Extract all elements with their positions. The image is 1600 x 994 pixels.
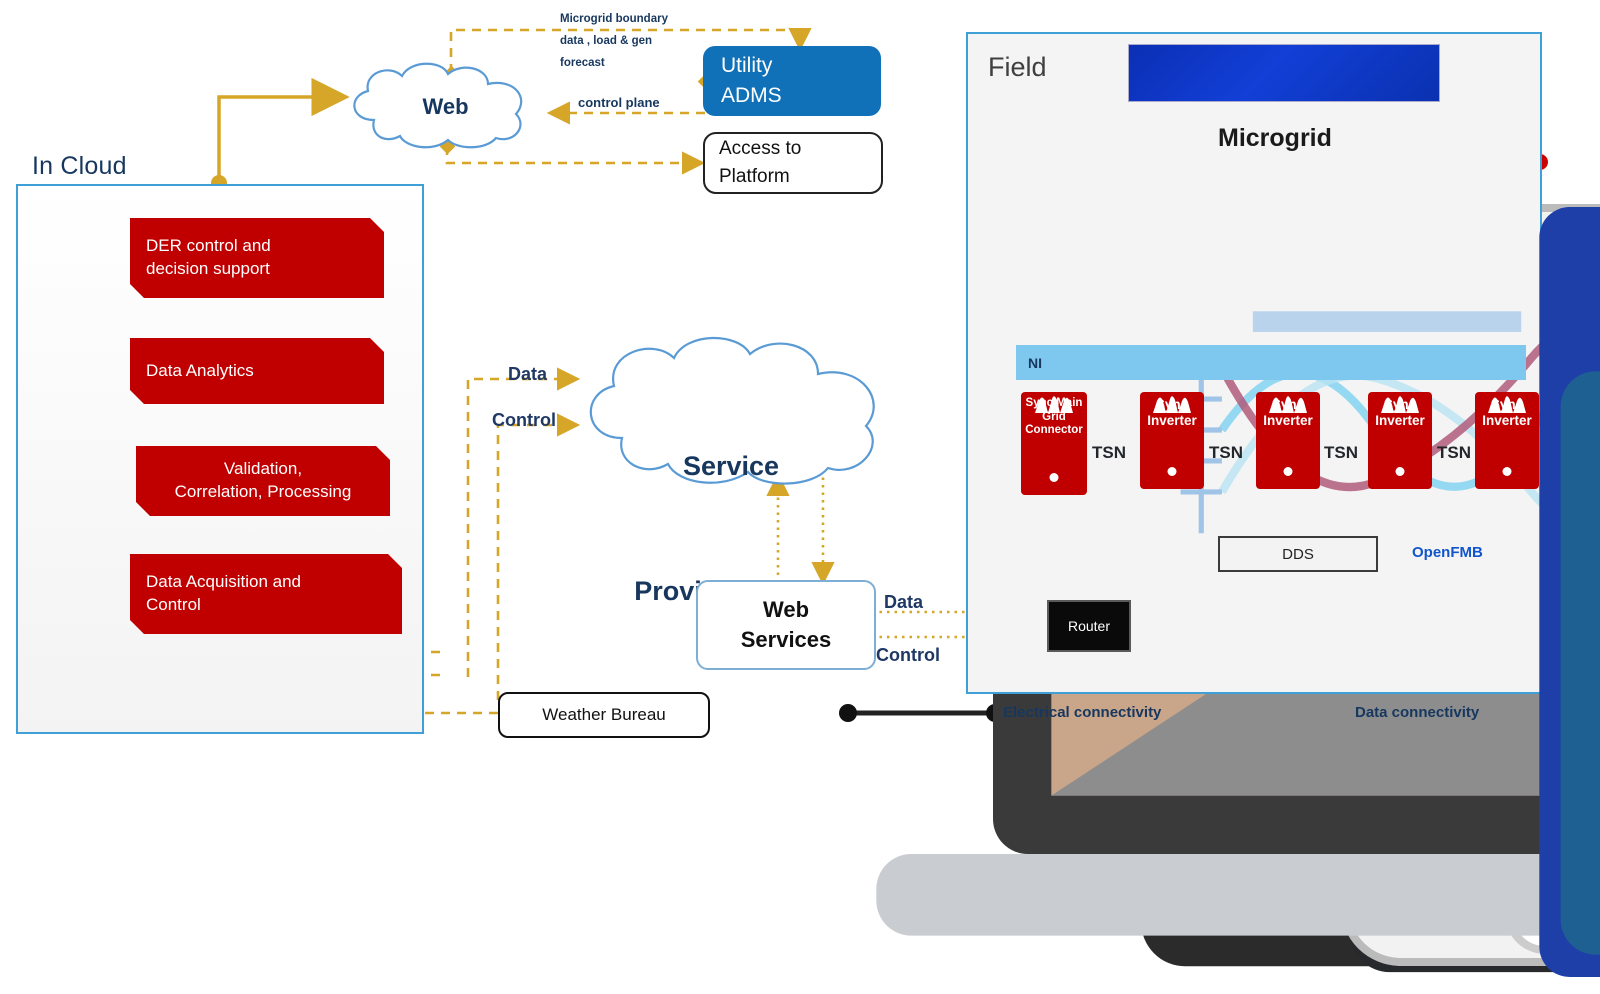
laptop-icon <box>823 224 1600 936</box>
der-control-box[interactable]: DER control and decision support <box>130 218 384 298</box>
control-plane-label: control plane <box>578 95 660 110</box>
status-led <box>1049 473 1059 482</box>
access-platform-line1: Access to <box>719 137 802 159</box>
solar-pv-icon <box>1252 196 1322 284</box>
webservices-data-label: Data <box>884 592 924 612</box>
smartphone-white-icon <box>745 200 1600 966</box>
controller-waveform-glyph <box>1035 396 1073 413</box>
tsn-label-1: TSN <box>1092 443 1126 462</box>
status-led <box>1395 467 1405 476</box>
sync-inverter-box-2[interactable]: Sync Inverter <box>1256 392 1320 489</box>
router-label: Router <box>1067 618 1111 634</box>
sync-main-grid-connector-box[interactable]: Sync Main Grid Connector <box>1021 392 1087 495</box>
access-to-platform-box[interactable]: Access to Platform <box>703 132 883 194</box>
controller-waveform-glyph <box>1381 396 1419 413</box>
service-cloud-data-label: Data <box>508 364 548 384</box>
tsn-label-3: TSN <box>1324 443 1358 462</box>
status-led <box>1283 467 1293 476</box>
tsn-label-2: TSN <box>1209 443 1243 462</box>
web-services-line1: Web <box>762 597 810 623</box>
web-cloud[interactable]: Web <box>338 58 553 150</box>
controller-waveform-glyph <box>1269 396 1307 413</box>
controller-waveform-glyph <box>1488 396 1526 413</box>
data-analytics-label: Data Analytics <box>146 360 254 380</box>
web-cloud-label: Web <box>422 94 469 119</box>
sync-inverter-box-4[interactable]: Sync Inverter <box>1475 392 1539 489</box>
transmission-tower-icon <box>1023 207 1600 977</box>
legend-data-label: Data connectivity <box>1355 704 1480 721</box>
battery-icon <box>1134 208 1600 955</box>
motor-icon <box>1464 204 1546 276</box>
tsn-label-4: TSN <box>1437 443 1471 462</box>
data-acquisition-box[interactable]: Data Acquisition and Control <box>130 554 402 634</box>
data-analytics-box[interactable]: Data Analytics <box>130 338 384 404</box>
utility-adms-line2: ADMS <box>721 84 782 107</box>
legend-electrical-label: Electrical connectivity <box>1003 704 1162 721</box>
validation-box[interactable]: Validation, Correlation, Processing <box>136 446 390 516</box>
utility-adms-line1: Utility <box>721 53 773 77</box>
data-acquisition-label: Data Acquisition and Control <box>146 572 301 614</box>
validation-label: Validation, Correlation, Processing <box>174 459 352 501</box>
der-control-label: DER control and decision support <box>146 236 271 278</box>
sync-inverter-box-1[interactable]: Sync Inverter <box>1140 392 1204 489</box>
incloud-to-web-link <box>211 77 350 191</box>
dds-box[interactable]: DDS <box>1218 536 1378 572</box>
status-led <box>1502 467 1512 476</box>
web-services-box[interactable]: Web Services <box>696 580 876 670</box>
microgrid-boundary-note: Microgrid boundary data , load & gen for… <box>560 13 668 69</box>
access-platform-line2: Platform <box>719 166 790 187</box>
controller-waveform-glyph <box>1153 396 1191 413</box>
service-provider-cloud[interactable]: Service Provider Cloud <box>566 330 896 606</box>
microgrid-title: Microgrid <box>1218 124 1332 152</box>
service-cloud-line1: Service <box>682 450 780 481</box>
field-title: Field <box>988 52 1047 82</box>
status-led <box>1167 467 1177 476</box>
openfmb-label: OpenFMB <box>1412 544 1483 561</box>
dds-label: DDS <box>1282 545 1314 563</box>
router-box[interactable]: Router <box>1047 600 1131 652</box>
weather-bureau-label: Weather Bureau <box>542 705 666 724</box>
web-services-line2: Services <box>740 627 832 652</box>
in-cloud-title: In Cloud <box>32 152 127 180</box>
weather-bureau-box[interactable]: Weather Bureau <box>498 692 710 738</box>
sync-inverter-box-3[interactable]: Sync Inverter <box>1368 392 1432 489</box>
webservices-control-label: Control <box>876 645 940 665</box>
microgrid-waveform-display <box>1128 44 1600 534</box>
utility-adms-box[interactable]: Utility ADMS <box>703 46 881 116</box>
tablet-icon <box>630 205 1600 967</box>
service-cloud-control-label: Control <box>492 410 556 430</box>
wind-turbine-icon <box>1360 200 1440 296</box>
